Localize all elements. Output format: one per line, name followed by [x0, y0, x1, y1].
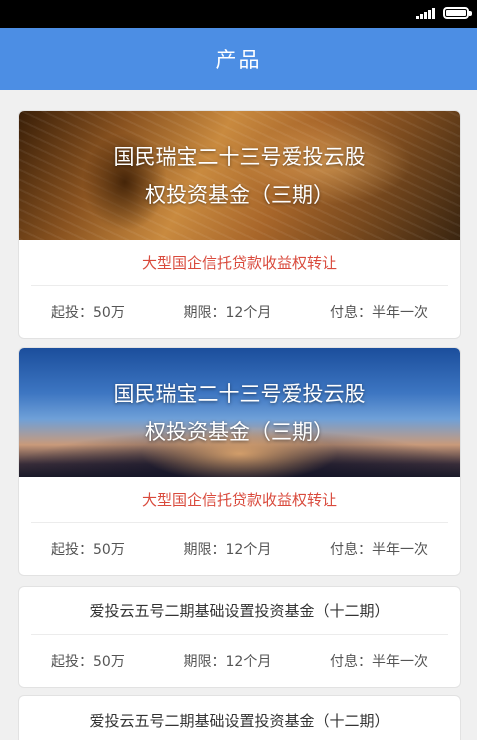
- term: 期限：12个月: [183, 305, 272, 321]
- product-card[interactable]: 爱投云五号二期基础设置投资基金（十二期） 起投：50万 期限：12个月 付息：半…: [18, 586, 461, 688]
- min-invest: 起投：50万: [51, 305, 125, 321]
- nav-bar: 产品: [0, 28, 477, 90]
- signal-icon: [416, 7, 435, 19]
- product-banner-image: 国民瑞宝二十三号爱投云股 权投资基金（三期）: [19, 348, 460, 477]
- min-invest: 起投：50万: [51, 654, 125, 670]
- banner-title-line1: 国民瑞宝二十三号爱投云股: [113, 144, 366, 169]
- min-invest: 起投：50万: [51, 542, 125, 558]
- product-banner-image: 国民瑞宝二十三号爱投云股 权投资基金（三期）: [19, 111, 460, 240]
- term: 期限：12个月: [183, 654, 272, 670]
- interest: 付息：半年一次: [330, 305, 428, 321]
- battery-icon: [443, 7, 472, 19]
- product-subtitle: 大型国企信托贷款收益权转让: [31, 477, 448, 523]
- banner-title-line1: 国民瑞宝二十三号爱投云股: [113, 381, 366, 406]
- product-meta: 起投：50万 期限：12个月 付息：半年一次: [19, 523, 460, 575]
- banner-title: 国民瑞宝二十三号爱投云股 权投资基金（三期）: [114, 138, 366, 214]
- product-card[interactable]: 国民瑞宝二十三号爱投云股 权投资基金（三期） 大型国企信托贷款收益权转让 起投：…: [18, 110, 461, 339]
- banner-title: 国民瑞宝二十三号爱投云股 权投资基金（三期）: [114, 375, 366, 451]
- banner-title-line2: 权投资基金（三期）: [145, 182, 334, 207]
- product-title: 爱投云五号二期基础设置投资基金（十二期）: [31, 587, 448, 635]
- status-icons: [416, 7, 472, 19]
- status-bar: [0, 0, 477, 28]
- product-meta: 起投：50万 期限：12个月 付息：半年一次: [19, 286, 460, 338]
- product-title: 爱投云五号二期基础设置投资基金（十二期）: [89, 711, 390, 730]
- product-card[interactable]: 国民瑞宝二十三号爱投云股 权投资基金（三期） 大型国企信托贷款收益权转让 起投：…: [18, 347, 461, 576]
- product-card[interactable]: 爱投云五号二期基础设置投资基金（十二期）: [18, 695, 461, 740]
- battery-fill: [446, 10, 466, 16]
- term: 期限：12个月: [183, 542, 272, 558]
- product-meta: 起投：50万 期限：12个月 付息：半年一次: [19, 635, 460, 687]
- interest: 付息：半年一次: [330, 654, 428, 670]
- product-subtitle: 大型国企信托贷款收益权转让: [31, 240, 448, 286]
- banner-title-line2: 权投资基金（三期）: [145, 419, 334, 444]
- interest: 付息：半年一次: [330, 542, 428, 558]
- page-title: 产品: [215, 48, 262, 72]
